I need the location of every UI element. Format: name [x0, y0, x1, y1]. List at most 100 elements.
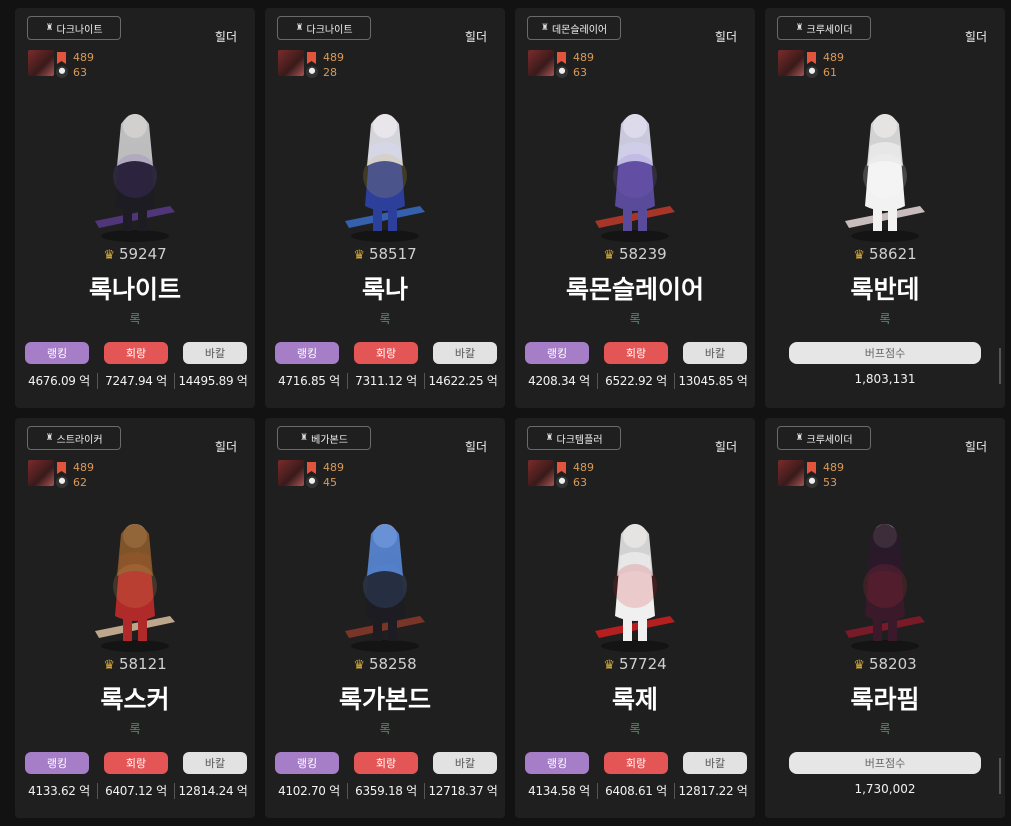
- avatar: [28, 50, 54, 76]
- score: ♛ 58621: [765, 245, 1005, 263]
- corridor-button[interactable]: 회랑: [104, 752, 168, 774]
- corridor-damage: 6408.61 억: [605, 784, 667, 798]
- user-icon: ♜: [540, 23, 549, 33]
- bakal-button[interactable]: 바칼: [433, 752, 497, 774]
- adventure-name: 록: [129, 722, 141, 736]
- score-value: 58517: [368, 245, 417, 263]
- character-card[interactable]: ♜ 스트라이커 힐더 489 62 ♛58121 록스커 록 랭킹 회랑 바칼: [15, 418, 255, 818]
- user-icon: ♜: [45, 433, 54, 443]
- role-label: 힐더: [714, 440, 737, 454]
- role-label: 힐더: [714, 30, 737, 44]
- server-tag[interactable]: ♜ 베가본드: [277, 426, 371, 450]
- corridor-damage: 6359.18 억: [355, 784, 417, 798]
- bakal-button[interactable]: 바칼: [433, 342, 497, 364]
- server-tag[interactable]: ♜ 크루세이더: [777, 16, 871, 40]
- pet-icon: [306, 66, 318, 78]
- ranking-button[interactable]: 랭킹: [275, 752, 339, 774]
- button-row: 랭킹 회랑 바칼: [275, 752, 497, 774]
- button-row: 랭킹 회랑 바칼: [25, 342, 247, 364]
- corridor-button[interactable]: 회랑: [604, 752, 668, 774]
- character-card[interactable]: ♜ 다크템플러 힐더 489 63 ♛ 57724 록제 록 랭킹 회랑 바칼 4: [515, 418, 755, 818]
- button-row: 랭킹 회랑 바칼: [275, 342, 497, 364]
- server-tag[interactable]: ♜ 다크나이트: [27, 16, 121, 40]
- role-label: 힐더: [214, 440, 237, 454]
- bakal-button[interactable]: 바칼: [183, 342, 247, 364]
- ribbon-icon: [557, 462, 566, 474]
- server-tag[interactable]: ♜ 스트라이커: [27, 426, 121, 450]
- button-row: 랭킹 회랑 바칼: [525, 752, 747, 774]
- adventure-name: 록: [879, 312, 891, 326]
- ranking-button[interactable]: 랭킹: [525, 342, 589, 364]
- character-card[interactable]: ♜ 다크나이트 힐더 489 28 ♛ 58517 록나 록 랭킹 회랑 바칼 4: [265, 8, 505, 408]
- fame-value: 489: [73, 461, 94, 474]
- server-tag[interactable]: ♜ 다크나이트: [277, 16, 371, 40]
- damage-values: 4134.58 억 6408.61 억 12817.22 억: [521, 782, 751, 799]
- buff-score-button[interactable]: 버프점수: [789, 342, 981, 364]
- score: ♛ 58517: [265, 245, 505, 263]
- server-tag[interactable]: ♜ 다크템플러: [527, 426, 621, 450]
- ranking-damage: 4134.58 억: [528, 784, 590, 798]
- bakal-button[interactable]: 바칼: [683, 342, 747, 364]
- fame-value: 489: [823, 51, 844, 64]
- character-card[interactable]: ♜ 베가본드 힐더 489 45 ♛58258 록가본드 록 랭킹 회랑 바칼: [265, 418, 505, 818]
- role-label: 힐더: [214, 30, 237, 44]
- character-name: 록제: [611, 685, 658, 714]
- ranking-button[interactable]: 랭킹: [525, 752, 589, 774]
- bakal-button[interactable]: 바칼: [183, 752, 247, 774]
- pet-icon: [806, 476, 818, 488]
- character-name: 록스커: [100, 685, 170, 714]
- pet-icon: [556, 66, 568, 78]
- user-icon: ♜: [545, 433, 554, 443]
- server-label: 스트라이커: [56, 434, 103, 446]
- buff-score-button[interactable]: 버프점수: [789, 752, 981, 774]
- damage-values: 4716.85 억 7311.12 억 14622.25 억: [271, 372, 501, 389]
- avatar: [28, 460, 54, 486]
- bakal-button[interactable]: 바칼: [683, 752, 747, 774]
- pet-icon: [306, 476, 318, 488]
- character-card[interactable]: ♜ 데몬슬레이어 힐더 489 63 ♛ 58239 록몬슬레이어 록 랭킹 회랑…: [515, 8, 755, 408]
- ranking-button[interactable]: 랭킹: [25, 342, 89, 364]
- score: ♛ 58258: [265, 655, 505, 673]
- level-value: 62: [73, 476, 87, 489]
- avatar: [278, 460, 304, 486]
- crown-icon: ♛: [853, 658, 865, 673]
- score-value: 59247: [118, 245, 167, 263]
- corridor-button[interactable]: 회랑: [354, 752, 418, 774]
- server-label: 베가본드: [311, 434, 348, 446]
- fame-value: 489: [73, 51, 94, 64]
- crown-icon: ♛: [103, 248, 115, 263]
- bakal-damage: 12718.37 억: [428, 784, 498, 798]
- ribbon-icon: [57, 52, 66, 64]
- server-tag[interactable]: ♜ 크루세이더: [777, 426, 871, 450]
- bakal-damage: 13045.85 억: [678, 374, 748, 388]
- ribbon-icon: [557, 52, 566, 64]
- adventure-name: 록: [379, 312, 391, 326]
- server-tag[interactable]: ♜ 데몬슬레이어: [527, 16, 621, 40]
- fame-value: 489: [823, 461, 844, 474]
- bakal-damage: 14495.89 억: [178, 374, 248, 388]
- damage-values: 4208.34 억 6522.92 억 13045.85 억: [521, 372, 751, 389]
- character-card[interactable]: ♜ 다크나이트 힐더 489 63 ♛ 59247 록나이트 록 랭킹 회랑 바칼: [15, 8, 255, 408]
- user-icon: ♜: [795, 433, 804, 443]
- score: ♛ 58121: [15, 655, 255, 673]
- ribbon-icon: [307, 52, 316, 64]
- character-card[interactable]: ♜ 크루세이더 힐더 489 61 ♛ 58621 록반데 록 버프점수 1,80…: [765, 8, 1005, 408]
- ranking-button[interactable]: 랭킹: [275, 342, 339, 364]
- adventure-name: 록: [629, 312, 641, 326]
- ranking-damage: 4208.34 억: [528, 374, 590, 388]
- corridor-button[interactable]: 회랑: [104, 342, 168, 364]
- corridor-button[interactable]: 회랑: [604, 342, 668, 364]
- scrollbar[interactable]: [999, 758, 1001, 794]
- damage-values: 4102.70 억 6359.18 억 12718.37 억: [271, 782, 501, 799]
- corridor-button[interactable]: 회랑: [354, 342, 418, 364]
- pet-icon: [556, 476, 568, 488]
- level-value: 63: [573, 66, 587, 79]
- ribbon-icon: [807, 52, 816, 64]
- character-name: 록나: [361, 275, 408, 304]
- pet-icon: [56, 66, 68, 78]
- character-card[interactable]: ♜ 크루세이더 힐더 489 53 ♛ 58203 록라핌 록 버프점수 1,73…: [765, 418, 1005, 818]
- server-label: 크루세이더: [806, 24, 853, 36]
- ranking-button[interactable]: 랭킹: [25, 752, 89, 774]
- scrollbar[interactable]: [999, 348, 1001, 384]
- ranking-damage: 4102.70 억: [278, 784, 340, 798]
